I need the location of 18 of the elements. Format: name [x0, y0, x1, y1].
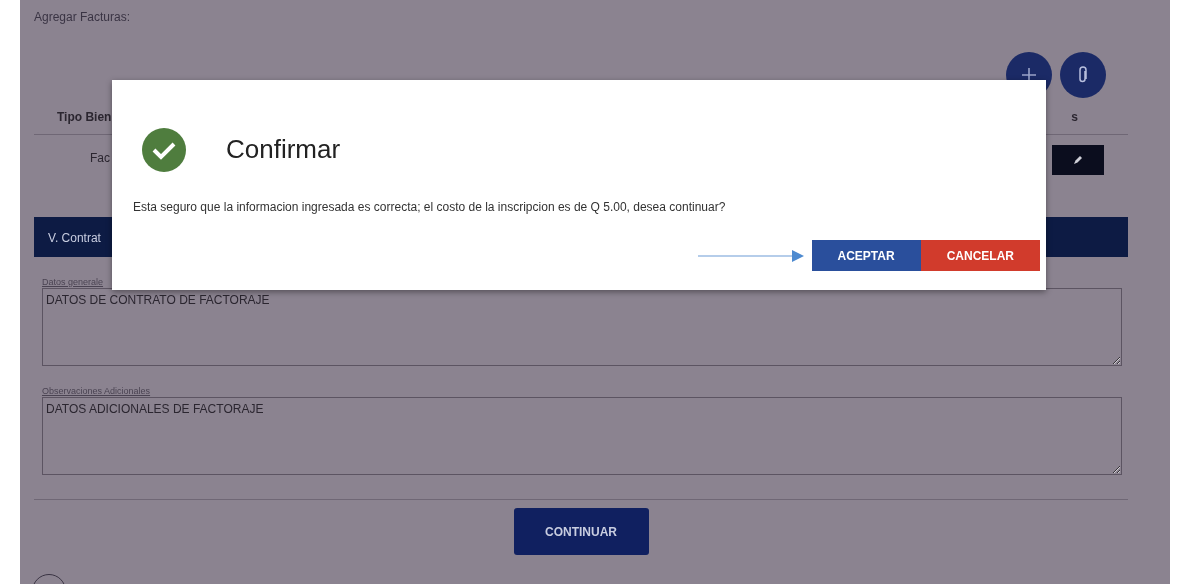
page-title: Agregar Facturas: [34, 9, 132, 26]
arrow-icon [697, 249, 804, 262]
field-label: Datos generale [42, 277, 105, 288]
pencil-icon [1073, 155, 1083, 165]
text-area[interactable]: DATOS ADICIONALES DE FACTORAJE [42, 397, 1122, 475]
dialog-message: Esta seguro que la informacion ingresada es correcta; el costo de la inscripcion es de Q 5.00, desea continuar? [133, 199, 727, 216]
plus-icon [1022, 68, 1036, 82]
column-header: s [1071, 109, 1078, 126]
continue-button[interactable]: CONTINUAR [513, 508, 649, 555]
table-cell-text: Fac [90, 150, 110, 167]
cancel-button[interactable]: CANCELAR [920, 240, 1040, 271]
accept-button[interactable]: ACEPTAR [811, 240, 921, 271]
attach-button[interactable] [1060, 52, 1106, 98]
field-label: Observaciones Adicionales [42, 386, 152, 397]
check-icon [142, 128, 186, 172]
column-header: Tipo Bien [57, 109, 112, 126]
dialog-title: Confirmar [226, 134, 341, 166]
paperclip-icon [1078, 66, 1088, 84]
